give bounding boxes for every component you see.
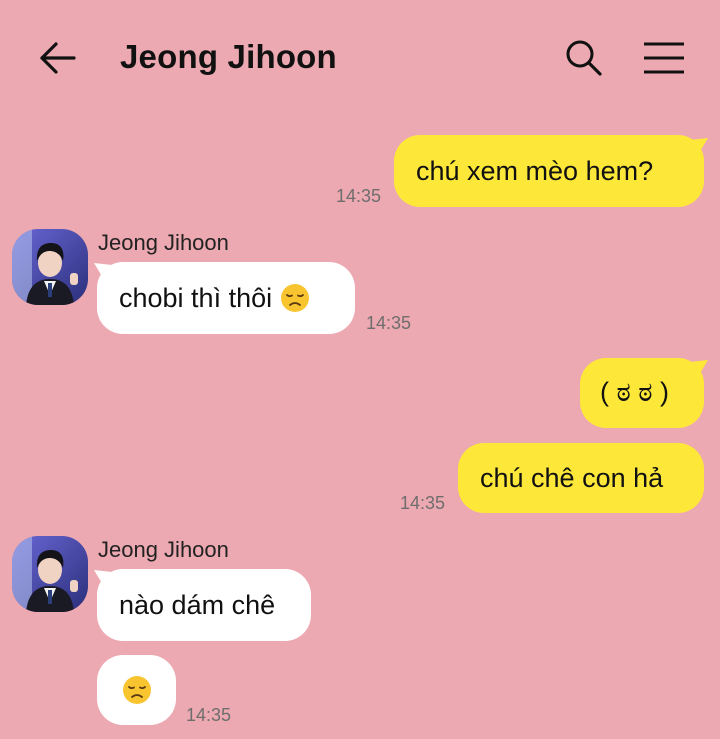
incoming-message-bubble[interactable]: chobi thì thôi: [97, 262, 355, 334]
sender-name: Jeong Jihoon: [98, 537, 229, 562]
arrow-left-icon: [40, 42, 76, 74]
profile-photo-icon: [12, 536, 88, 612]
back-button[interactable]: [36, 38, 80, 78]
sender-name: Jeong Jihoon: [98, 230, 229, 255]
outgoing-message-bubble[interactable]: chú chê con hả: [458, 443, 704, 513]
disappointed-face-icon: [281, 284, 310, 312]
outgoing-message-bubble[interactable]: chú xem mèo hem?: [394, 135, 704, 207]
avatar[interactable]: [12, 536, 88, 612]
message-text: nào dám chê: [119, 589, 276, 620]
search-icon: [566, 40, 602, 76]
profile-photo-icon: [12, 229, 88, 305]
chat-screen: Jeong Jihoon 14:35 chú xem mèo hem? Jeon…: [0, 0, 720, 739]
message-text: chobi thì thôi: [119, 282, 273, 313]
incoming-message-bubble[interactable]: nào dám chê: [97, 569, 311, 641]
outgoing-message-bubble[interactable]: ( ಠ ಠ ): [580, 358, 704, 428]
bubble-tail: [690, 138, 708, 158]
message-timestamp: 14:35: [400, 493, 446, 513]
message-timestamp: 14:35: [186, 705, 232, 725]
message-text: chú chê con hả: [480, 462, 664, 493]
search-button[interactable]: [562, 36, 606, 80]
message-timestamp: 14:35: [336, 186, 382, 206]
chat-title: Jeong Jihoon: [120, 38, 337, 75]
disappointed-face-icon: [122, 676, 151, 704]
message-text: ( ಠ ಠ ): [600, 377, 670, 407]
message-timestamp: 14:35: [366, 313, 412, 333]
hamburger-menu-icon: [644, 42, 684, 74]
chat-header: Jeong Jihoon: [0, 0, 720, 118]
message-text: chú xem mèo hem?: [416, 155, 654, 186]
avatar[interactable]: [12, 229, 88, 305]
bubble-tail: [690, 360, 708, 380]
menu-button[interactable]: [640, 38, 688, 78]
incoming-message-bubble[interactable]: [97, 655, 176, 725]
